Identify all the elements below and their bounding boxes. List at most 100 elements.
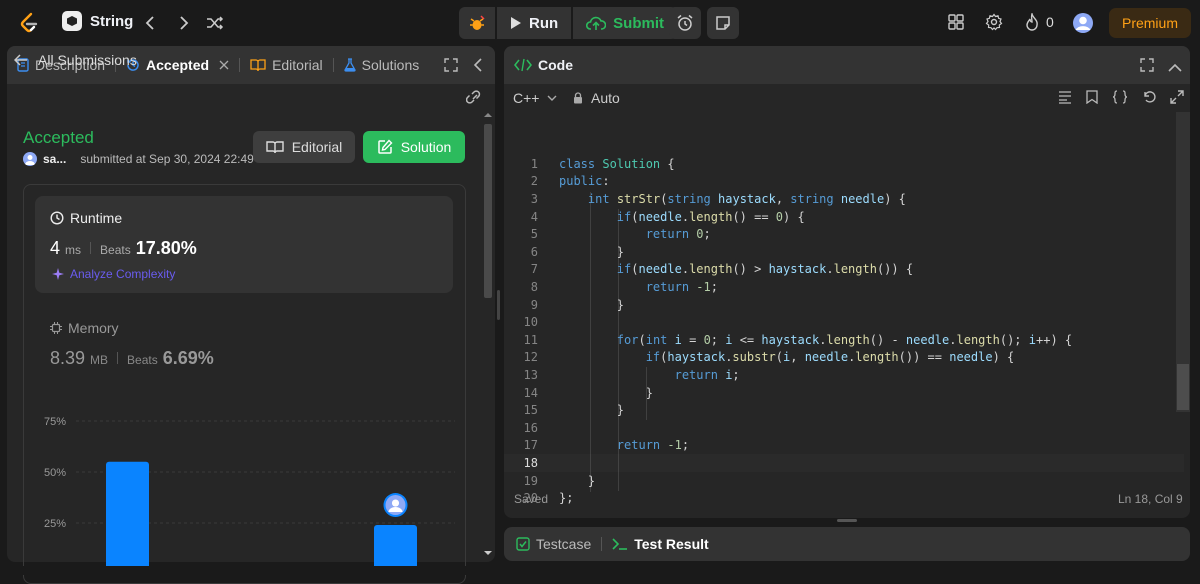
console-tabs: Testcase Test Result — [504, 527, 1190, 561]
code-line[interactable]: 12 if(haystack.substr(i, needle.length()… — [504, 349, 1184, 367]
maximize-icon[interactable] — [444, 58, 458, 75]
code-line[interactable]: 14 } — [504, 384, 1184, 402]
code-line[interactable]: 11 for(int i = 0; i <= haystack.length()… — [504, 331, 1184, 349]
line-number: 12 — [523, 350, 538, 365]
tab-test-result[interactable]: Test Result — [612, 536, 709, 552]
code-line[interactable]: 8 return -1; — [504, 278, 1184, 296]
top-bar: String Run Submit 0 Premium — [0, 0, 1200, 46]
all-submissions-link[interactable]: All Submissions — [14, 52, 137, 68]
code-line[interactable]: 16 — [504, 419, 1184, 437]
analyze-complexity-link[interactable]: Analyze Complexity — [52, 267, 175, 281]
code-text: } — [559, 297, 625, 312]
username[interactable]: sa... — [43, 152, 66, 166]
memory-section[interactable]: Memory 8.39 MB Beats 6.69% — [50, 320, 214, 369]
code-text: if(needle.length() > haystack.length()) … — [616, 262, 914, 277]
book-icon — [250, 59, 266, 72]
line-number: 6 — [530, 244, 538, 259]
divider — [117, 352, 119, 364]
premium-button[interactable]: Premium — [1109, 8, 1191, 38]
problem-list-button[interactable]: String — [62, 11, 133, 31]
timer-button[interactable] — [669, 7, 701, 39]
code-line[interactable]: 15 } — [504, 401, 1184, 419]
code-line[interactable]: 17 return -1; — [504, 437, 1184, 455]
code-line[interactable]: 9 } — [504, 296, 1184, 314]
code-editor[interactable]: 1 class Solution {2 public: 3 int strStr(st… — [504, 156, 1190, 516]
maximize-icon[interactable] — [1140, 58, 1154, 75]
language-label: C++ — [513, 90, 540, 106]
chevron-up-icon[interactable] — [1168, 60, 1182, 76]
user-avatar-marker — [383, 493, 408, 518]
reset-icon[interactable] — [1142, 90, 1156, 104]
debug-button[interactable] — [459, 7, 495, 39]
share-link-icon[interactable] — [465, 90, 484, 109]
clock-icon — [50, 211, 64, 225]
line-number: 2 — [530, 174, 538, 189]
close-tab-icon[interactable] — [219, 60, 229, 70]
code-text: return 0; — [645, 227, 711, 242]
code-line[interactable]: 20}; — [504, 489, 1184, 507]
horizontal-splitter[interactable] — [837, 519, 857, 522]
tab-solutions[interactable]: Solutions — [334, 46, 430, 84]
code-line[interactable]: 3 int strStr(string haystack, string nee… — [504, 190, 1184, 208]
tab-testcase[interactable]: Testcase — [504, 536, 591, 552]
code-line[interactable]: 2 public: — [504, 173, 1184, 191]
editorial-button[interactable]: Editorial — [253, 131, 355, 163]
submit-button[interactable]: Submit — [573, 7, 678, 39]
runtime-beats-value: 17.80% — [135, 238, 197, 258]
braces-icon[interactable] — [1112, 90, 1128, 104]
code-line[interactable]: 7 if(needle.length() > haystack.length()… — [504, 261, 1184, 279]
bookmark-icon[interactable] — [1086, 90, 1098, 104]
code-line[interactable]: 13 return i; — [504, 366, 1184, 384]
user-avatar[interactable] — [1072, 12, 1094, 34]
code-line[interactable]: 18 — [504, 454, 1184, 472]
code-line[interactable]: 19 } — [504, 472, 1184, 490]
bottom-strip — [0, 566, 1200, 575]
format-lines-icon[interactable] — [1058, 90, 1072, 104]
leetcode-logo-icon[interactable] — [18, 12, 40, 34]
analyze-complexity-label: Analyze Complexity — [70, 267, 176, 281]
code-title: Code — [538, 57, 573, 73]
next-problem-button[interactable] — [173, 12, 195, 34]
line-number: 13 — [523, 367, 538, 382]
distribution-bar[interactable] — [106, 461, 149, 575]
expand-icon[interactable] — [1170, 90, 1184, 104]
notes-button[interactable] — [707, 7, 739, 39]
settings-gear-icon[interactable] — [985, 13, 1003, 31]
submission-status: Accepted — [23, 128, 94, 147]
scrollbar-thumb[interactable] — [1177, 364, 1189, 410]
divider — [90, 242, 92, 254]
code-line[interactable]: 5 return 0; — [504, 225, 1184, 243]
code-text: if(haystack.substr(i, needle.length()) =… — [645, 350, 1015, 365]
code-line[interactable]: 4 if(needle.length() == 0) { — [504, 208, 1184, 226]
run-button[interactable]: Run — [497, 7, 572, 39]
code-line[interactable]: 6 } — [504, 243, 1184, 261]
lock-icon — [574, 92, 582, 104]
line-number: 16 — [523, 420, 538, 435]
autocomplete-mode[interactable]: Auto — [573, 90, 620, 106]
code-line[interactable]: 1 class Solution { — [504, 155, 1184, 173]
test-result-label: Test Result — [634, 536, 709, 552]
line-number: 14 — [523, 385, 538, 400]
shuffle-icon[interactable] — [204, 12, 226, 34]
layout-icon[interactable] — [947, 13, 965, 31]
vertical-splitter[interactable] — [497, 290, 500, 320]
code-line[interactable]: 10 — [504, 313, 1184, 331]
line-number: 10 — [523, 315, 538, 330]
code-panel: Code C++ Auto 1 class Solution {2 public: 3… — [504, 46, 1190, 518]
prev-problem-button[interactable] — [139, 12, 161, 34]
line-number: 15 — [523, 403, 538, 418]
left-scrollbar[interactable] — [482, 112, 494, 558]
chip-icon — [50, 322, 62, 334]
testcase-label: Testcase — [536, 536, 592, 552]
streak-counter[interactable]: 0 — [1024, 13, 1054, 31]
problem-list-label: String — [90, 12, 134, 30]
memory-values: 8.39 MB Beats 6.69% — [50, 348, 214, 369]
y-tick-label: 25% — [44, 518, 66, 530]
tab-editorial[interactable]: Editorial — [240, 46, 333, 84]
language-selector[interactable]: C++ — [513, 90, 557, 106]
runtime-card[interactable]: Runtime 4 ms Beats 17.80% Analyze Comple… — [35, 196, 453, 293]
code-text: return i; — [674, 367, 740, 382]
solution-button[interactable]: Solution — [363, 131, 465, 163]
collapse-panel-icon[interactable] — [473, 58, 483, 75]
runtime-title: Runtime — [70, 210, 123, 226]
